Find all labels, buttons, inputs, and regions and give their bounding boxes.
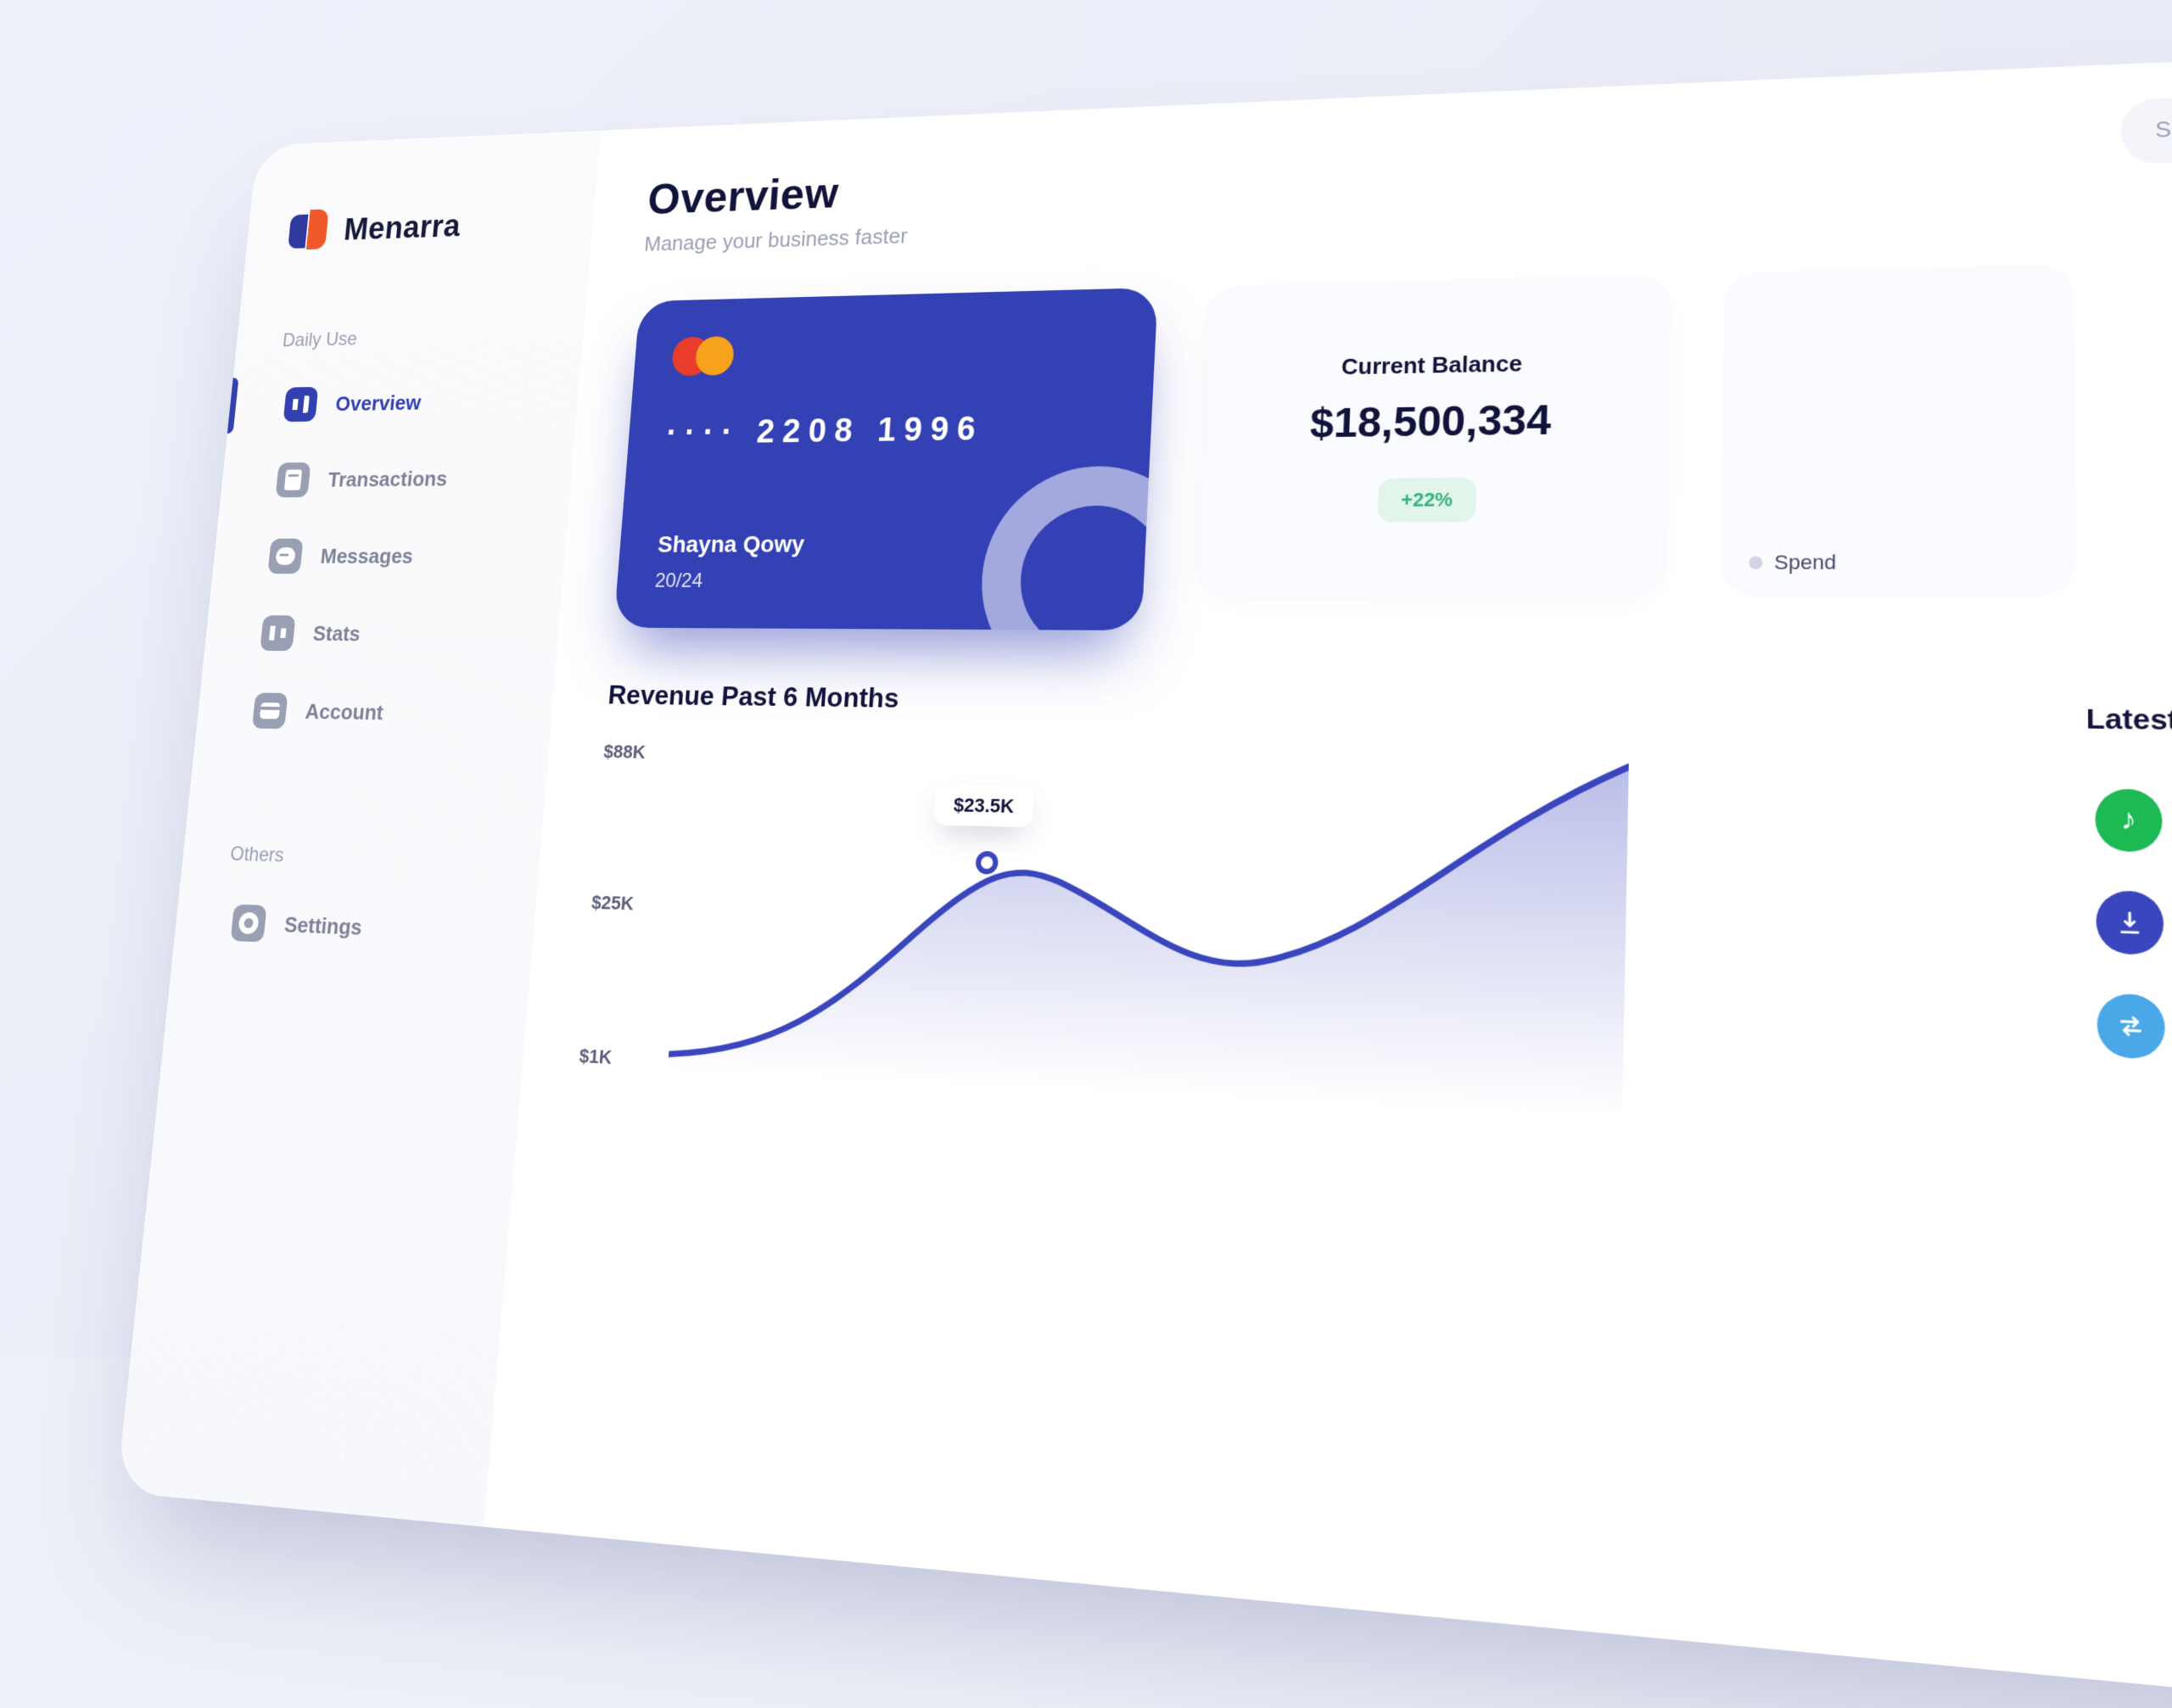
transaction-row[interactable]: Swap <box>2088 973 2172 1100</box>
card-holder: Shayna Qowy <box>657 531 805 558</box>
transactions-title: Latest Transactions <box>2086 703 2172 743</box>
card-number: ···· 2208 1996 <box>665 408 1111 451</box>
balance-card: Current Balance $18,500,334 +22% <box>1192 274 1671 596</box>
sidebar-section-daily: Daily Use <box>282 323 554 351</box>
sidebar-item-settings[interactable]: Settings <box>216 888 506 968</box>
sidebar-item-label: Settings <box>283 911 363 940</box>
mastercard-icon <box>671 328 1116 377</box>
transactions-icon <box>276 462 311 497</box>
card-decoration-ring <box>976 465 1158 630</box>
main-panel: Search your report Overview Manage your … <box>484 42 2172 1708</box>
credit-card[interactable]: ···· 2208 1996 Shayna Qowy 20/24 <box>613 288 1158 630</box>
download-icon <box>2096 890 2164 955</box>
gear-icon <box>231 904 267 943</box>
spotify-icon: ♪ <box>2095 788 2163 852</box>
sidebar-item-label: Account <box>305 698 385 725</box>
messages-icon <box>267 539 303 574</box>
sidebar-item-label: Stats <box>312 621 361 647</box>
chart-y-axis: $88K $25K $1K <box>579 741 647 1070</box>
balance-value: $18,500,334 <box>1309 396 1552 448</box>
balance-label: Current Balance <box>1341 350 1523 381</box>
spend-legend: Spend <box>1749 551 2046 575</box>
sidebar-item-label: Transactions <box>327 466 448 491</box>
legend-dot-icon <box>1749 557 1762 569</box>
brand-name: Menarra <box>343 209 462 248</box>
chart-plot: $23.5K <box>668 742 1629 1118</box>
y-tick: $25K <box>591 892 635 916</box>
stats-icon <box>260 615 295 651</box>
transaction-row[interactable]: ♪ Spotify 22 Feb <box>2086 769 2172 883</box>
spend-legend-label: Spend <box>1774 551 1836 574</box>
sidebar-item-label: Overview <box>334 390 422 417</box>
account-icon <box>252 692 288 729</box>
sidebar-section-others: Others <box>229 843 509 874</box>
sidebar-item-overview[interactable]: Overview <box>268 367 550 438</box>
chart-title: Revenue Past 6 Months <box>607 680 1630 725</box>
sidebar-item-transactions[interactable]: Transactions <box>260 444 544 513</box>
brand: Menarra <box>288 200 565 253</box>
sidebar-item-account[interactable]: Account <box>237 676 523 749</box>
sidebar-item-stats[interactable]: Stats <box>245 599 530 669</box>
search-placeholder: Search your report <box>2155 110 2172 143</box>
spend-card: Spend <box>1720 263 2077 597</box>
revenue-chart: Revenue Past 6 Months $88K $25K $1K <box>579 680 1631 1118</box>
overview-icon <box>283 387 319 422</box>
chart-tooltip: $23.5K <box>934 785 1034 827</box>
y-tick: $1K <box>579 1044 623 1069</box>
latest-transactions: Latest Transactions ♪ Spotify 22 Feb Mon… <box>2086 703 2172 1100</box>
y-tick: $88K <box>602 741 646 764</box>
app-frame: Menarra Daily Use Overview Transactions … <box>116 42 2172 1708</box>
brand-logo <box>288 209 332 253</box>
card-expiry: 20/24 <box>654 569 703 593</box>
sidebar-item-label: Messages <box>320 543 415 568</box>
swap-icon <box>2096 993 2165 1060</box>
sidebar-item-messages[interactable]: Messages <box>253 522 537 591</box>
balance-delta-badge: +22% <box>1377 478 1477 523</box>
